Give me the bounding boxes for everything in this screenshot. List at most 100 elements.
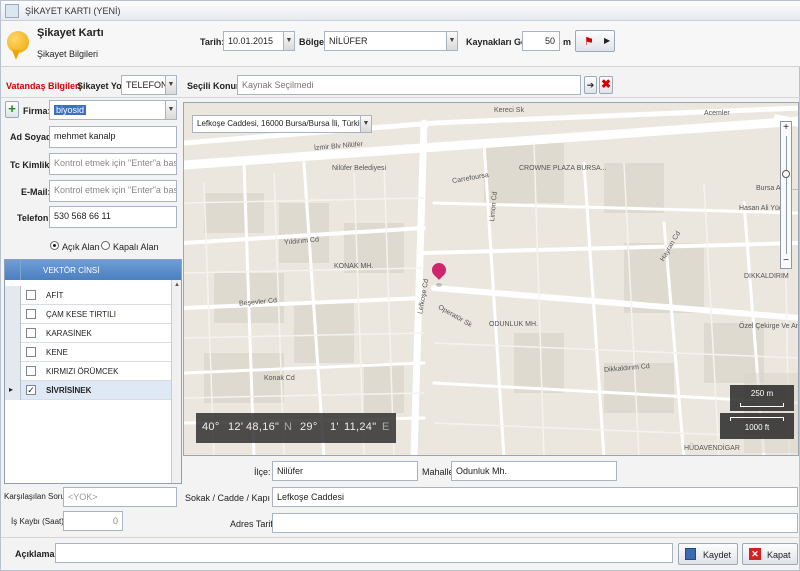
open-area-label: Açık Alan <box>62 242 100 252</box>
map-label: Kereci Sk <box>494 107 524 114</box>
complaint-channel-value: TELEFON <box>126 80 168 90</box>
vector-row[interactable]: ÇAM KESE TIRTILI <box>5 305 181 324</box>
vector-name: KARASİNEK <box>46 329 92 338</box>
row-indicator[interactable] <box>5 343 21 362</box>
vector-checkbox[interactable] <box>26 347 36 357</box>
close-icon: ✖ <box>600 77 612 91</box>
tc-label: Tc Kimlik: <box>10 160 53 170</box>
citizen-section-label: Vatandaş Bilgileri <box>6 81 82 91</box>
neighborhood-field[interactable]: Odunluk Mh. <box>451 461 617 481</box>
coordinate-readout: 40° 12' 48,16" N 29° 1' 11,24" E <box>196 413 396 443</box>
firm-label: Firma: <box>23 106 51 116</box>
scroll-up-icon[interactable]: ▲ <box>174 282 180 288</box>
row-indicator[interactable] <box>5 286 21 305</box>
tc-id-field[interactable]: Kontrol etmek için "Enter"a basınız. <box>49 153 177 175</box>
region-label: Bölge: <box>299 37 327 47</box>
lat-deg: 40° <box>202 421 220 433</box>
directions-field[interactable] <box>272 513 798 533</box>
pin-shadow <box>436 283 442 287</box>
zoom-track <box>786 136 787 254</box>
lon-sec: 11,24" <box>344 421 377 433</box>
open-area-radio[interactable] <box>50 241 59 250</box>
get-sources-button[interactable]: ⚑ ▶ <box>575 30 615 52</box>
date-picker[interactable]: 10.01.2015 ▼ <box>223 31 295 51</box>
row-indicator[interactable]: ▸ <box>5 381 21 400</box>
district-field[interactable]: Nilüfer <box>272 461 418 481</box>
complaint-card-window: ŞİKAYET KARTI (YENİ) Şikayet Kartı Şikay… <box>0 0 800 571</box>
plus-icon: + <box>8 101 16 116</box>
region-select[interactable]: NİLÜFER ▼ <box>324 31 458 51</box>
go-to-location-button[interactable]: ➔ <box>584 76 597 94</box>
region-value: NİLÜFER <box>329 36 368 46</box>
close-icon: ✕ <box>749 548 761 560</box>
map-label: Nilüfer Belediyesi <box>332 165 387 172</box>
zoom-in-icon[interactable]: + <box>782 123 790 133</box>
lon-deg: 29° <box>300 421 318 433</box>
sources-unit: m <box>563 37 572 47</box>
street-field[interactable]: Lefkoşe Caddesi <box>272 487 798 507</box>
arrow-right-icon: ➔ <box>586 80 595 90</box>
app-icon <box>5 4 19 18</box>
district-label: İlçe: <box>254 467 271 477</box>
map-address-select[interactable]: Lefkoşe Caddesi, 16000 Bursa/Bursa İli, … <box>192 115 372 133</box>
chevron-down-icon[interactable]: ▼ <box>165 101 176 119</box>
vector-row[interactable]: KIRMIZI ÖRÜMCEK <box>5 362 181 381</box>
vector-checkbox[interactable] <box>26 328 36 338</box>
save-button[interactable]: Kaydet <box>678 543 738 565</box>
problem-label: Karşılaşılan Sorun: <box>4 492 72 501</box>
title-bar: ŞİKAYET KARTI (YENİ) <box>1 1 800 21</box>
flag-icon: ⚑ <box>584 36 594 48</box>
vector-checkbox[interactable] <box>26 290 36 300</box>
chevron-down-icon[interactable]: ▼ <box>283 32 294 50</box>
vector-checkbox[interactable] <box>26 366 36 376</box>
page-subtitle: Şikayet Bilgileri <box>37 49 99 59</box>
zoom-thumb[interactable] <box>782 170 790 178</box>
divider <box>1 97 800 98</box>
map-label: Özel Çekirge Ve Antmi Hastanesi <box>739 323 799 330</box>
vector-name: ÇAM KESE TIRTILI <box>46 310 116 319</box>
map-address-value: Lefkoşe Caddesi, 16000 Bursa/Bursa İli, … <box>197 119 369 128</box>
chevron-down-icon[interactable]: ▼ <box>165 76 176 94</box>
vector-checkbox[interactable] <box>26 309 36 319</box>
name-label: Ad Soyad: <box>10 132 55 142</box>
date-label: Tarih: <box>200 37 225 47</box>
name-field[interactable]: mehmet kanalp <box>49 126 177 148</box>
speech-bubble-tail <box>12 50 20 60</box>
lon-dir: E <box>382 421 390 433</box>
description-field[interactable] <box>55 543 673 563</box>
scale-meters-text: 250 m <box>750 389 774 398</box>
selected-location-field[interactable]: Kaynak Seçilmedi <box>237 75 581 95</box>
email-label: E-Mail: <box>21 187 51 197</box>
row-indicator[interactable] <box>5 362 21 381</box>
clear-location-button[interactable]: ✖ <box>599 76 613 94</box>
add-firm-button[interactable]: + <box>5 101 19 118</box>
firm-select[interactable]: biyosid ▼ <box>49 100 177 120</box>
complaint-channel-select[interactable]: TELEFON ▼ <box>121 75 177 95</box>
problem-select[interactable]: <YOK> <box>63 487 177 507</box>
email-field[interactable]: Kontrol etmek için "Enter"a basınız. <box>49 180 177 202</box>
zoom-out-icon[interactable]: − <box>782 256 790 266</box>
play-icon: ▶ <box>604 36 611 45</box>
vector-row[interactable]: KENE <box>5 343 181 362</box>
map-label: Acemler <box>704 110 730 117</box>
phone-field[interactable]: 530 568 66 11 <box>49 206 177 228</box>
lat-dir: N <box>284 421 293 433</box>
sources-radius-input[interactable]: 50 <box>522 31 560 51</box>
chevron-down-icon[interactable]: ▼ <box>446 32 457 50</box>
zoom-slider[interactable]: + − <box>780 121 792 269</box>
row-indicator[interactable] <box>5 324 21 343</box>
close-button[interactable]: ✕ Kapat <box>742 543 798 565</box>
vertical-scrollbar[interactable]: ▲ <box>171 280 181 483</box>
vector-row[interactable]: AFİT <box>5 286 181 305</box>
map-label: CROWNE PLAZA BURSA... <box>519 165 607 172</box>
vector-checkbox[interactable]: ✓ <box>26 385 36 395</box>
row-indicator[interactable] <box>5 305 21 324</box>
vector-type-column-header[interactable]: VEKTÖR CİNSİ <box>43 266 99 275</box>
grid-header-indicator <box>5 260 21 280</box>
chevron-down-icon[interactable]: ▼ <box>360 116 371 132</box>
vector-row[interactable]: KARASİNEK <box>5 324 181 343</box>
work-loss-field[interactable]: 0 <box>63 511 123 531</box>
vector-row[interactable]: ▸ ✓ SİVRİSİNEK <box>5 381 181 400</box>
closed-area-radio[interactable] <box>101 241 110 250</box>
map-view[interactable]: Kereci Sk İzmir Blv Nilüfer Nilüfer Beledi… <box>183 102 799 456</box>
